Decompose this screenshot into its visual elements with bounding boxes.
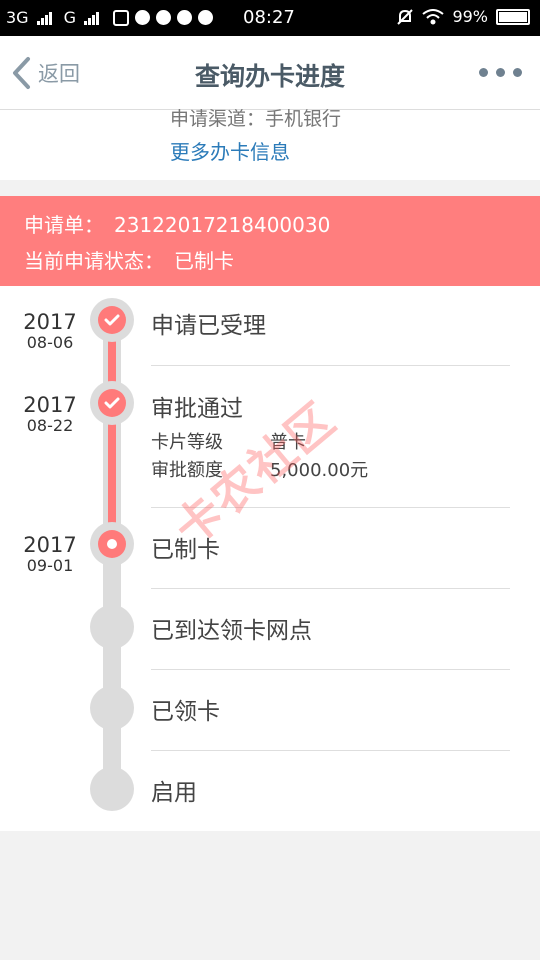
status-bar: 3G G 08:27 99% [0,0,540,36]
step-node-current [90,522,134,566]
detail-label: 卡片等级 [151,432,223,453]
nav-bar: 返回 查询办卡进度 [0,36,540,110]
settings-icon [176,10,192,25]
more-options-button[interactable] [479,68,522,77]
more-dot-icon [479,68,488,77]
notification-icon [155,10,171,25]
step-node-done [90,381,134,425]
step-node-pending [90,767,134,811]
step-node-done [90,298,134,342]
progress-timeline: 2017 08-06 申请已受理 2017 08-22 审批通过 卡片等级 普卡… [0,286,540,831]
step-date: 2017 08-06 [14,310,86,352]
detail-row-credit-limit: 审批额度 5,000.00元 [151,456,368,482]
notification-icon [134,10,150,25]
step-node-pending [90,605,134,649]
step-node-pending [90,686,134,730]
more-dot-icon [513,68,522,77]
step-title: 申请已受理 [151,313,266,339]
divider [151,669,510,670]
status-value: 已制卡 [174,249,234,273]
step-date: 2017 09-01 [14,533,86,575]
more-dot-icon [496,68,505,77]
battery-percent: 99% [452,7,488,26]
mute-icon [397,8,414,25]
order-label: 申请单： [24,213,104,237]
application-info: 申请渠道：手机银行 更多办卡信息 [0,109,540,180]
page-title: 查询办卡进度 [194,62,345,91]
divider [151,365,510,366]
detail-label: 审批额度 [151,460,223,481]
status-row: 当前申请状态： 已制卡 [24,245,234,274]
step-title: 已领卡 [151,699,220,725]
order-number: 23122017218400030 [114,213,331,237]
network-label-3g: 3G [6,8,29,27]
signal-icon [83,11,99,25]
shield-icon [197,10,213,25]
step-title: 已到达领卡网点 [151,618,312,644]
signal-icon [36,11,52,25]
more-card-info-link[interactable]: 更多办卡信息 [170,136,290,165]
timeline-progress [108,318,116,544]
step-month-day: 09-01 [26,556,74,575]
step-year: 2017 [23,310,77,334]
current-dot-icon [107,539,117,549]
status-banner: 申请单： 23122017218400030 当前申请状态： 已制卡 [0,196,540,286]
step-title: 已制卡 [151,537,220,563]
step-title: 审批通过 [151,396,243,422]
step-month-day: 08-06 [26,333,74,352]
step-year: 2017 [23,533,77,557]
detail-row-card-level: 卡片等级 普卡 [151,428,306,454]
check-icon [104,397,120,409]
check-icon [104,314,120,326]
step-year: 2017 [23,393,77,417]
apply-channel: 申请渠道：手机银行 [170,109,342,129]
clock: 08:27 [243,7,295,28]
network-label-g: G [63,8,76,27]
detail-value: 普卡 [270,432,306,453]
status-label: 当前申请状态： [24,249,164,273]
divider [151,750,510,751]
step-title: 启用 [151,780,197,806]
order-row: 申请单： 23122017218400030 [24,209,330,238]
sim-icon [112,9,129,26]
divider [151,588,510,589]
divider [151,507,510,508]
wifi-icon [422,8,445,24]
battery-icon [496,8,530,25]
detail-value: 5,000.00元 [270,460,369,481]
step-date: 2017 08-22 [14,393,86,435]
step-month-day: 08-22 [26,416,74,435]
